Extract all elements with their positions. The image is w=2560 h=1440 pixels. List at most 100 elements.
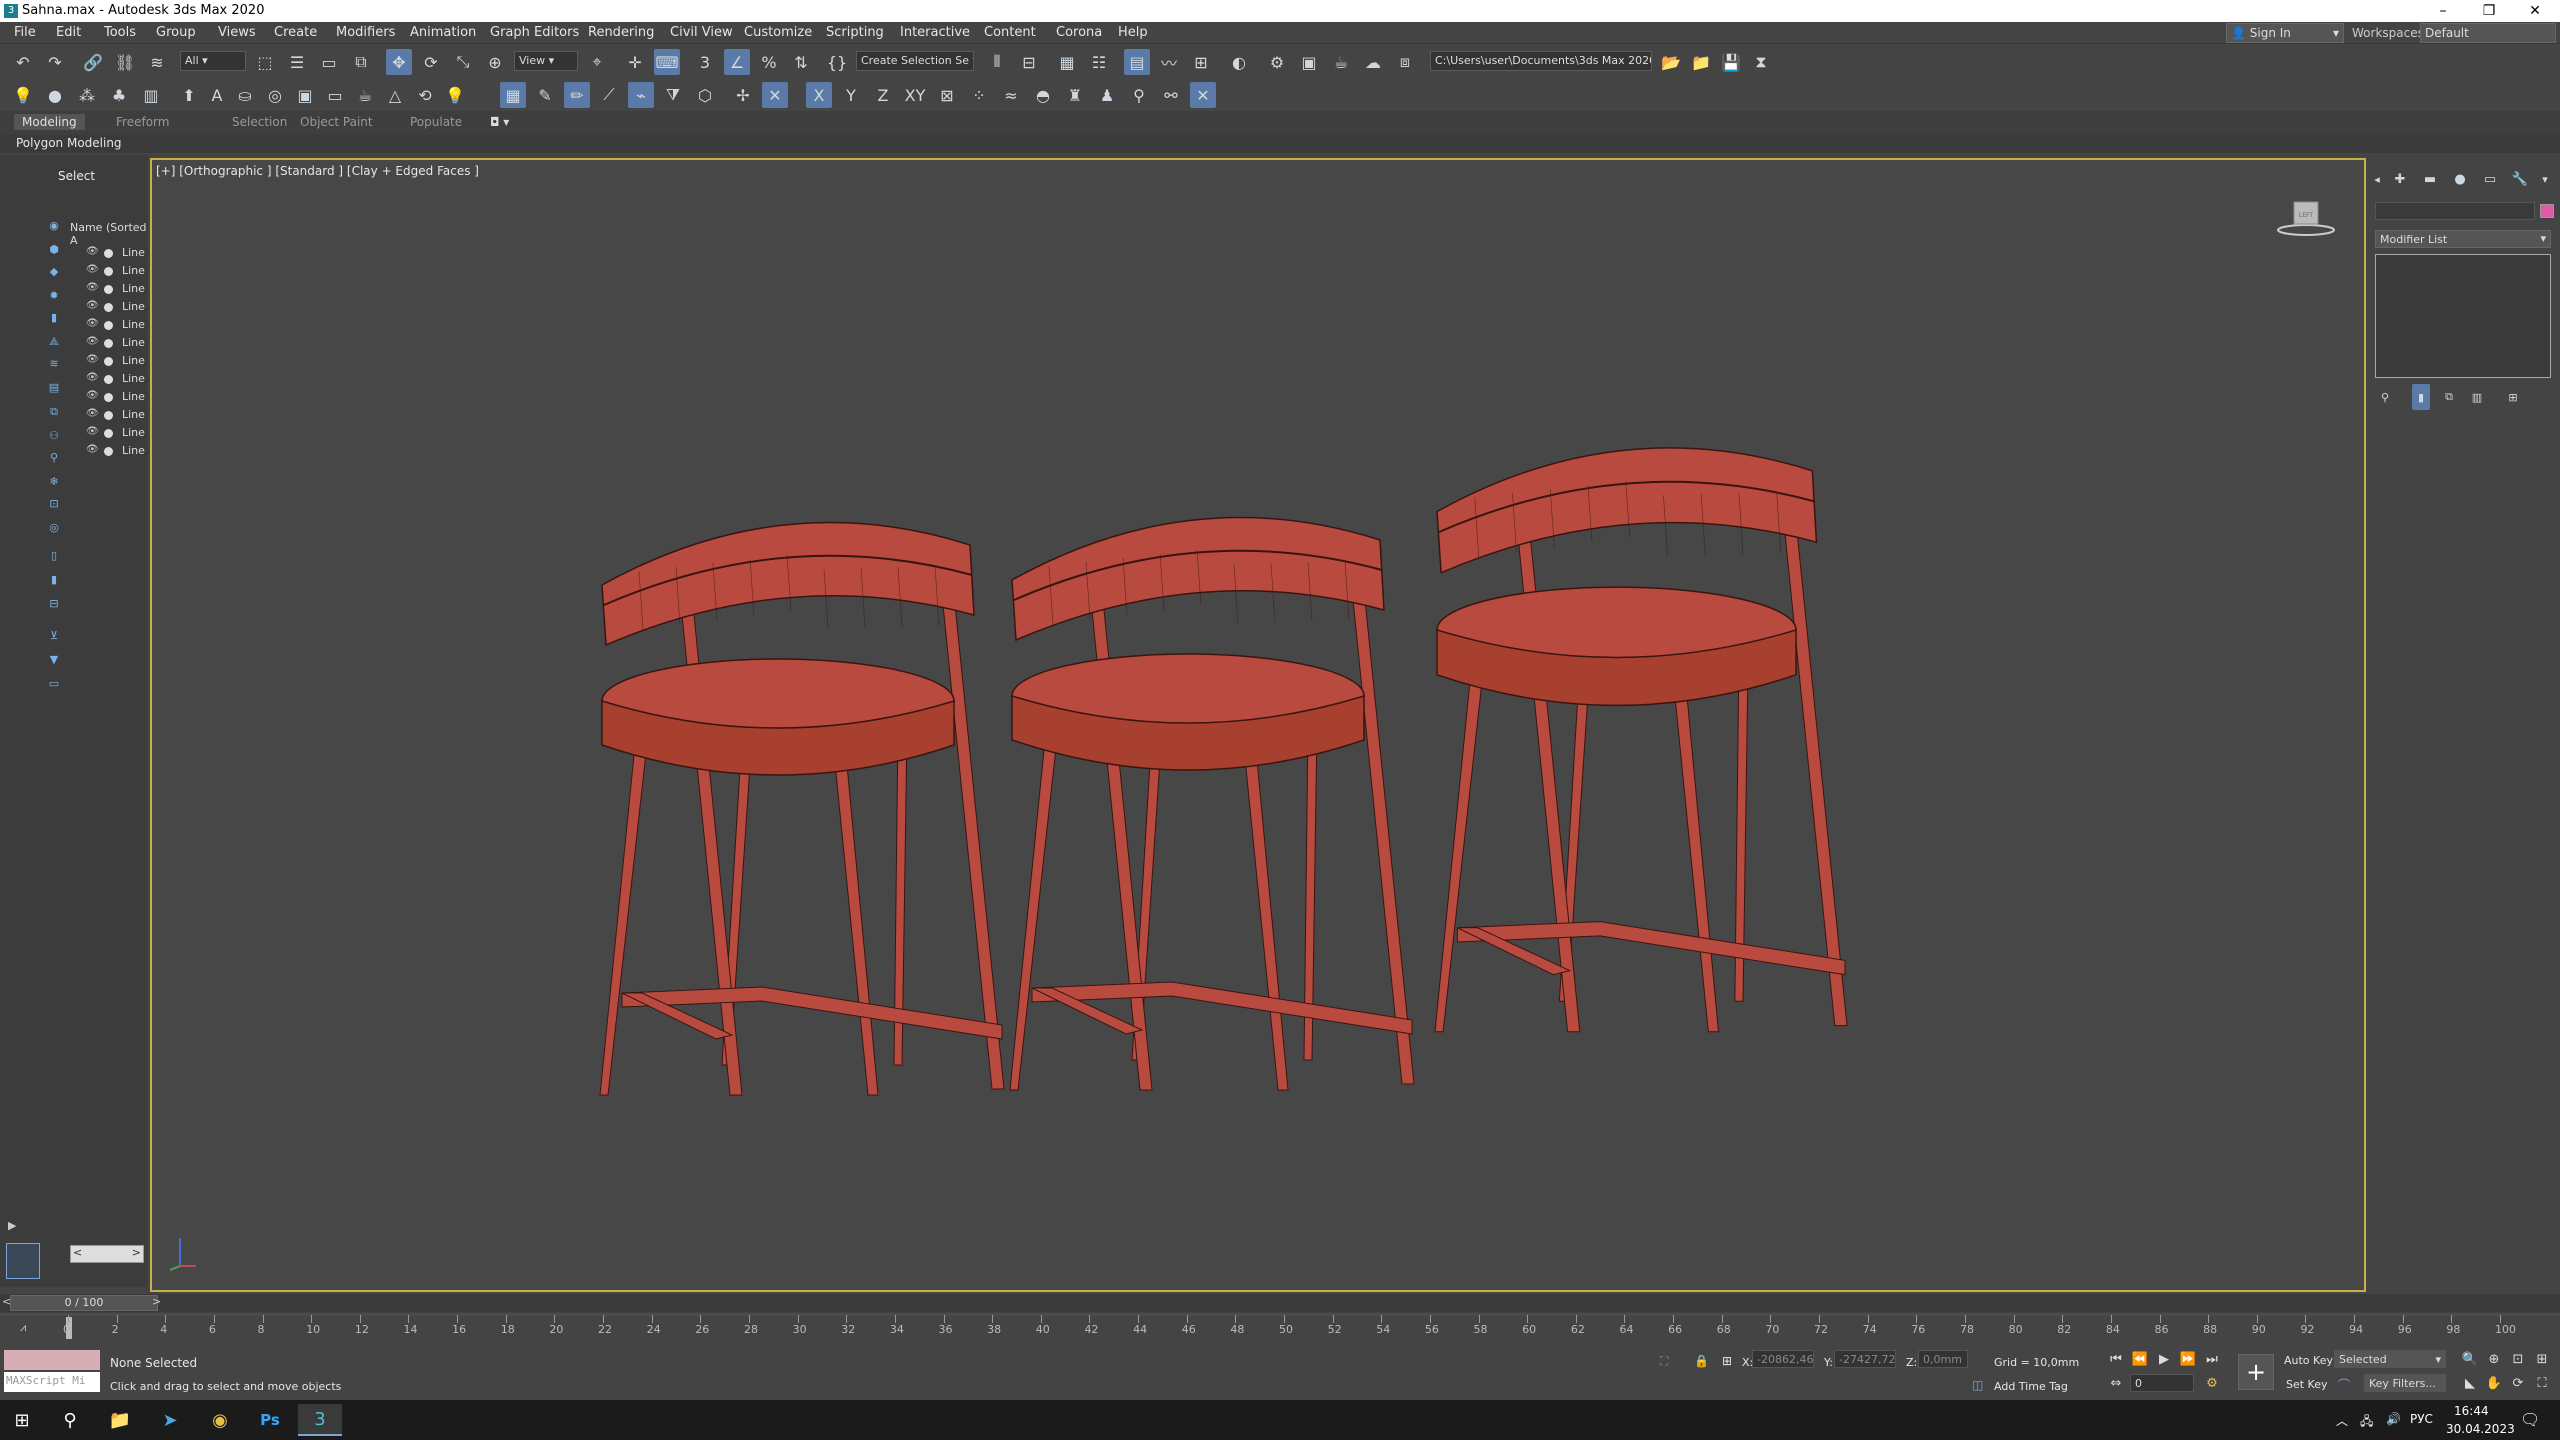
object-color-swatch[interactable]: [2540, 204, 2554, 218]
display-hidden-icon[interactable]: ⊡: [44, 497, 64, 515]
tab-modeling[interactable]: Modeling: [14, 114, 85, 130]
explorer-select-label[interactable]: Select: [58, 169, 95, 183]
next-frame-icon[interactable]: >: [152, 1295, 161, 1308]
filter-icon[interactable]: ⊻: [44, 629, 64, 647]
display-groups-icon[interactable]: ▤: [44, 381, 64, 399]
freeze-toggle-icon[interactable]: [104, 267, 113, 276]
visibility-eye-icon[interactable]: 👁: [86, 444, 99, 455]
axis-y-button[interactable]: Y: [838, 82, 864, 108]
network-icon[interactable]: 🖧: [2360, 1412, 2373, 1433]
funnel-icon[interactable]: ▼: [44, 653, 64, 671]
lock-selection-icon[interactable]: 🔒: [1694, 1354, 1709, 1368]
transform-toggle-icon[interactable]: ✕: [762, 82, 788, 108]
menu-group[interactable]: Group: [156, 25, 196, 40]
magnet-icon[interactable]: ⌁: [628, 82, 654, 108]
windows-start-icon[interactable]: ⊞: [0, 1404, 44, 1436]
set-key-icon[interactable]: +: [2238, 1354, 2274, 1390]
hierarchy-tab-icon[interactable]: ●: [2450, 166, 2470, 192]
toggle-references-icon[interactable]: ▮: [44, 573, 64, 591]
orbit-icon[interactable]: ⟳: [2508, 1374, 2528, 1394]
teapot-material-icon[interactable]: ◓: [1030, 82, 1056, 108]
explorer-row[interactable]: 👁 Line: [86, 317, 146, 334]
stool-front-leg[interactable]: [1434, 664, 1485, 1033]
cylinder-icon[interactable]: ⛀: [232, 82, 258, 108]
reference-coord-dropdown[interactable]: View ▾: [514, 51, 578, 71]
particle-icon[interactable]: ⁘: [966, 82, 992, 108]
project-folder-dropdown[interactable]: C:\Users\user\Documents\3ds Max 2020 ▾: [1430, 51, 1652, 71]
menu-content[interactable]: Content: [984, 25, 1036, 40]
time-slider[interactable]: 0 / 100 < >: [0, 1294, 2560, 1312]
visibility-eye-icon[interactable]: 👁: [86, 336, 99, 347]
display-frozen-icon[interactable]: ❄: [44, 475, 64, 493]
freeze-toggle-icon[interactable]: [104, 303, 113, 312]
explorer-row[interactable]: 👁 Line: [86, 407, 146, 424]
toggle-ribbon-icon[interactable]: ▤: [1124, 49, 1150, 75]
axis-x-button[interactable]: X: [806, 82, 832, 108]
menu-create[interactable]: Create: [274, 25, 317, 40]
display-spacewarps-icon[interactable]: ≋: [44, 357, 64, 375]
go-to-end-icon[interactable]: ⏭: [2202, 1350, 2222, 1370]
bevel-icon[interactable]: ⬡: [692, 82, 718, 108]
workspaces-dropdown[interactable]: Default: [2420, 23, 2556, 43]
menu-animation[interactable]: Animation: [410, 25, 476, 40]
auto-key-button[interactable]: Auto Key: [2284, 1354, 2333, 1367]
unlink-icon[interactable]: ⛓: [112, 49, 138, 75]
tab-selection[interactable]: Selection: [232, 115, 287, 129]
track-bar[interactable]: ⩘ 0 2 4 6 8 10 12 14 16 18 20 22 24 26 28 30 32 34 36 38 40 4…: [0, 1314, 2560, 1342]
funnel-icon[interactable]: ⧩: [660, 82, 686, 108]
light-icon[interactable]: 💡: [10, 82, 36, 108]
display-selected-icon[interactable]: ◎: [44, 521, 64, 539]
previous-frame-icon[interactable]: ⏪: [2130, 1350, 2150, 1370]
tab-freeform[interactable]: Freeform: [116, 115, 169, 129]
display-lights-icon[interactable]: ✹: [44, 289, 64, 307]
utilities-tab-icon[interactable]: 🔧: [2510, 166, 2530, 192]
render-frame-icon[interactable]: ⊠: [934, 82, 960, 108]
explorer-row[interactable]: 👁 Line: [86, 263, 146, 280]
z-coordinate-field[interactable]: 0,0mm: [1918, 1350, 1968, 1368]
explorer-row[interactable]: 👁 Line: [86, 281, 146, 298]
explorer-row[interactable]: 👁 Line: [86, 371, 146, 388]
3ds-max-taskbar-icon[interactable]: 3: [298, 1404, 342, 1436]
scroll-left-icon[interactable]: <: [73, 1246, 82, 1259]
maximize-viewport-icon[interactable]: ⛶: [2532, 1374, 2552, 1394]
teapot-icon[interactable]: ☕: [352, 82, 378, 108]
expand-arrow-icon[interactable]: ▶: [8, 1219, 16, 1232]
zoom-all-icon[interactable]: ⊕: [2484, 1350, 2504, 1370]
remove-modifier-icon[interactable]: ▥: [2468, 384, 2486, 410]
show-end-result-icon[interactable]: ▮: [2412, 384, 2430, 410]
torus-icon[interactable]: ◎: [262, 82, 288, 108]
key-filters-button[interactable]: Key Filters...: [2364, 1374, 2446, 1392]
explorer-row[interactable]: 👁 Line: [86, 389, 146, 406]
stool-front-leg[interactable]: [1009, 729, 1059, 1091]
menu-corona[interactable]: Corona: [1056, 25, 1102, 40]
key-tangent-icon[interactable]: ⌒: [2338, 1376, 2350, 1393]
select-object-icon[interactable]: ⬚: [252, 49, 278, 75]
bulb-icon[interactable]: 💡: [442, 82, 468, 108]
gizmo-icon[interactable]: ✢: [730, 82, 756, 108]
wind-icon[interactable]: ≈: [998, 82, 1024, 108]
menu-customize[interactable]: Customize: [744, 25, 812, 40]
scroll-right-icon[interactable]: >: [132, 1246, 141, 1259]
bind-space-warp-icon[interactable]: ≋: [144, 49, 170, 75]
render-iterative-icon[interactable]: ☁: [1360, 49, 1386, 75]
chrome-icon[interactable]: ◉: [198, 1404, 242, 1436]
toggle-dependents-icon[interactable]: ⊟: [44, 597, 64, 615]
ribbon-options-icon[interactable]: ◘ ▾: [490, 115, 509, 129]
render-in-cloud-icon[interactable]: ⧈: [1392, 49, 1418, 75]
clock-time[interactable]: 16:44: [2454, 1404, 2489, 1418]
display-helpers-icon[interactable]: ⟁: [44, 335, 64, 353]
named-selection-dropdown[interactable]: Create Selection Se ▾: [856, 51, 974, 71]
menu-modifiers[interactable]: Modifiers: [336, 25, 395, 40]
explorer-row[interactable]: 👁 Line: [86, 443, 146, 460]
scatter-icon[interactable]: ⁂: [74, 82, 100, 108]
menu-edit[interactable]: Edit: [56, 25, 81, 40]
go-to-start-icon[interactable]: ⏮: [2106, 1350, 2126, 1370]
sculpt-icon[interactable]: ⟋: [596, 82, 622, 108]
material-editor-icon[interactable]: ◐: [1226, 49, 1252, 75]
maxscript-input[interactable]: MAXScript Mi: [4, 1372, 100, 1392]
refresh-icon[interactable]: ⟲: [412, 82, 438, 108]
play-icon[interactable]: ▶: [2154, 1350, 2174, 1370]
link-icon[interactable]: 🔗: [80, 49, 106, 75]
visibility-eye-icon[interactable]: 👁: [86, 246, 99, 257]
zoom-extents-all-icon[interactable]: ⊞: [2532, 1350, 2552, 1370]
